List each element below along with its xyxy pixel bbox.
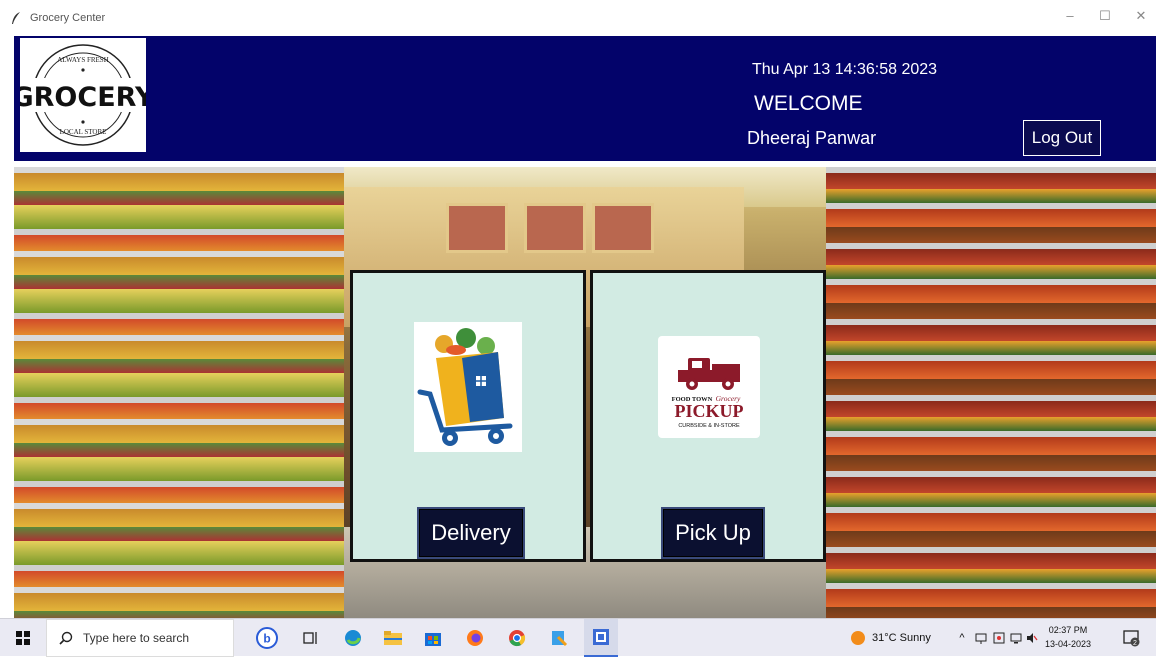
weather-text: 31°C Sunny [872, 632, 931, 644]
clock-time: 02:37 PM [1048, 625, 1088, 635]
sun-icon [851, 631, 865, 645]
windows-start-icon[interactable] [8, 619, 38, 657]
task-view-icon[interactable] [296, 619, 326, 657]
title-bar: Grocery Center – ☐ ✕ [0, 0, 1156, 36]
store-icon[interactable] [418, 619, 448, 657]
bing-icon[interactable]: b [252, 619, 282, 657]
svg-text:LOCAL STORE: LOCAL STORE [60, 128, 107, 136]
svg-text:PICKUP: PICKUP [675, 401, 744, 421]
grocery-logo: ALWAYS FRESH GROCERY LOCAL STORE [11, 38, 155, 152]
delivery-button[interactable]: Delivery [417, 507, 525, 559]
pickup-button[interactable]: Pick Up [661, 507, 765, 559]
maximize-icon[interactable]: ☐ [1095, 8, 1115, 24]
notification-icon[interactable]: 2 [1116, 619, 1146, 657]
weather-widget[interactable]: 31°C Sunny [850, 619, 960, 657]
app-window: Grocery Center – ☐ ✕ ALWAYS FRESH GROCER… [0, 0, 1156, 618]
svg-text:2: 2 [1133, 640, 1137, 647]
delivery-cart-icon [414, 322, 522, 452]
svg-text:GROCERY: GROCERY [20, 82, 146, 113]
logout-button[interactable]: Log Out [1023, 120, 1101, 156]
file-explorer-icon[interactable] [378, 619, 408, 657]
datetime-label: Thu Apr 13 14:36:58 2023 [752, 61, 938, 78]
network-icon[interactable] [973, 619, 989, 657]
svg-text:CURBSIDE & IN-STORE: CURBSIDE & IN-STORE [678, 423, 740, 429]
username-label: Dheeraj Panwar [747, 128, 877, 148]
window-title: Grocery Center [30, 12, 106, 24]
security-icon[interactable] [991, 619, 1007, 657]
delivery-panel: Delivery [350, 270, 586, 562]
edge-icon[interactable] [338, 619, 368, 657]
pickup-panel: FOOD TOWN Grocery PICKUP CURBSIDE & IN-S… [590, 270, 826, 562]
header-bar: ALWAYS FRESH GROCERY LOCAL STORE Thu Apr… [11, 36, 1156, 164]
search-placeholder: Type here to search [83, 631, 190, 645]
chrome-icon[interactable] [502, 619, 532, 657]
clock-date: 13-04-2023 [1044, 639, 1092, 649]
taskbar-clock[interactable]: 02:37 PM 13-04-2023 [1038, 623, 1098, 651]
app-icon[interactable] [584, 619, 618, 657]
taskbar: Type here to search b 31°C Sunny ^ 02:37… [0, 618, 1156, 657]
display-icon[interactable] [1008, 619, 1024, 657]
paint-icon[interactable] [544, 619, 574, 657]
minimize-icon[interactable]: – [1060, 8, 1080, 23]
welcome-label: WELCOME [754, 92, 863, 115]
search-input[interactable]: Type here to search [46, 619, 234, 657]
firefox-icon[interactable] [460, 619, 490, 657]
close-icon[interactable]: ✕ [1131, 8, 1151, 24]
svg-text:b: b [263, 632, 270, 646]
svg-text:ALWAYS FRESH: ALWAYS FRESH [57, 56, 109, 64]
feather-icon [12, 12, 20, 24]
pickup-logo: FOOD TOWN Grocery PICKUP CURBSIDE & IN-S… [658, 336, 760, 438]
search-icon [59, 631, 73, 645]
chevron-up-icon[interactable]: ^ [955, 619, 969, 657]
